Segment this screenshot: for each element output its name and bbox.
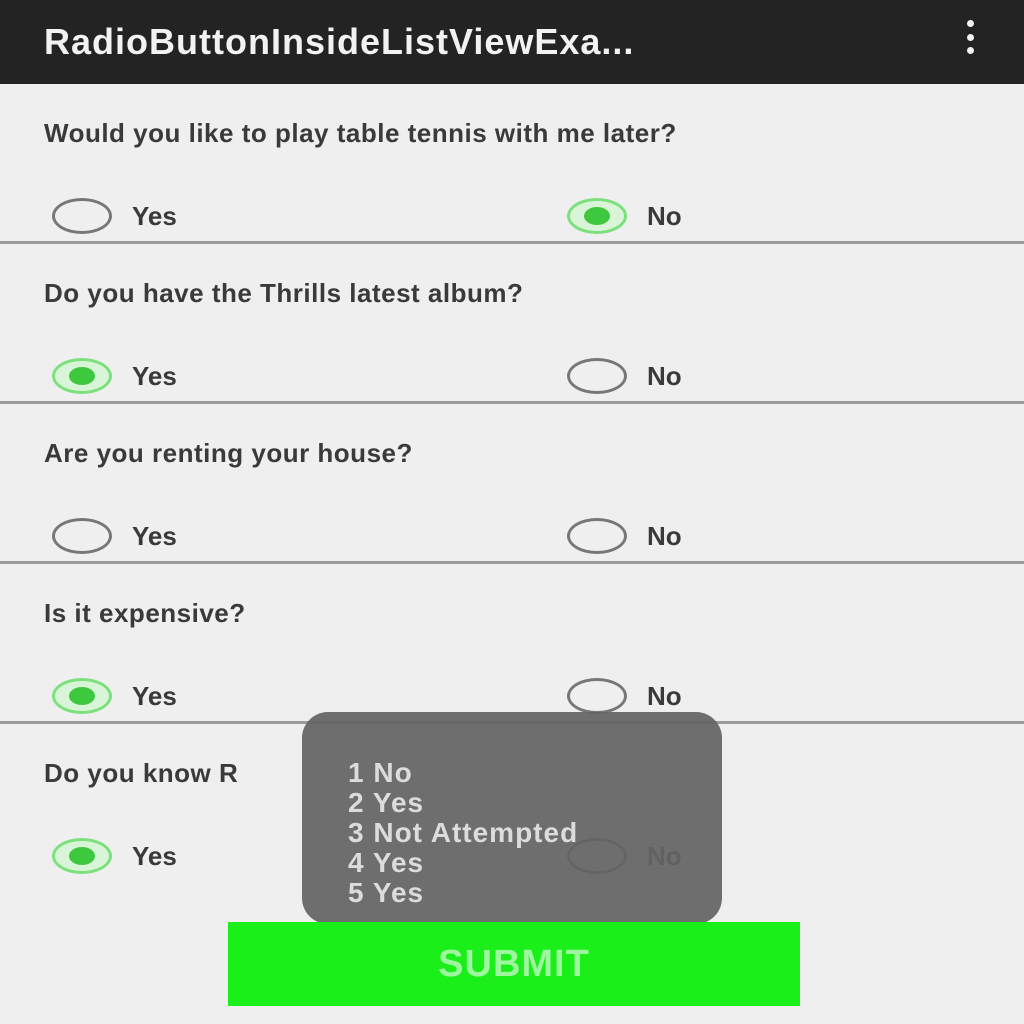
no-option[interactable]: No <box>567 678 682 714</box>
toast-line: 1 No <box>348 757 413 788</box>
yes-option[interactable]: Yes <box>52 198 177 234</box>
option-label-no: No <box>647 680 682 711</box>
option-label-yes: Yes <box>132 360 177 391</box>
option-label-yes: Yes <box>132 520 177 551</box>
radio-yes[interactable] <box>52 358 112 394</box>
yes-option[interactable]: Yes <box>52 358 177 394</box>
list-item: Is it expensive? Yes No <box>0 564 1024 724</box>
question-text: Are you renting your house? <box>44 438 413 468</box>
list-item: Would you like to play table tennis with… <box>0 84 1024 244</box>
question-text: Do you have the Thrills latest album? <box>44 278 524 308</box>
overflow-menu-icon[interactable] <box>962 20 978 54</box>
submit-button[interactable]: SUBMIT <box>228 922 800 1006</box>
option-label-no: No <box>647 520 682 551</box>
no-option[interactable]: No <box>567 198 682 234</box>
toast-line: 4 Yes <box>348 847 425 878</box>
option-label-no: No <box>647 200 682 231</box>
yes-option[interactable]: Yes <box>52 678 177 714</box>
radio-yes[interactable] <box>52 518 112 554</box>
radio-no[interactable] <box>567 358 627 394</box>
yes-option[interactable]: Yes <box>52 518 177 554</box>
list-item: Do you have the Thrills latest album? Ye… <box>0 244 1024 404</box>
radio-no[interactable] <box>567 198 627 234</box>
question-text: Do you know R <box>44 758 239 788</box>
radio-no[interactable] <box>567 518 627 554</box>
option-label-yes: Yes <box>132 680 177 711</box>
no-option[interactable]: No <box>567 518 682 554</box>
radio-no[interactable] <box>567 678 627 714</box>
results-toast: 1 No 2 Yes 3 Not Attempted 4 Yes 5 Yes <box>302 712 722 924</box>
app-bar: RadioButtonInsideListViewExa... <box>0 0 1024 84</box>
option-label-no: No <box>647 360 682 391</box>
yes-option[interactable]: Yes <box>52 838 177 874</box>
list-item: Are you renting your house? Yes No <box>0 404 1024 564</box>
radio-yes[interactable] <box>52 198 112 234</box>
toast-line: 5 Yes <box>348 877 425 908</box>
option-label-yes: Yes <box>132 200 177 231</box>
radio-yes[interactable] <box>52 838 112 874</box>
toast-line: 3 Not Attempted <box>348 817 579 848</box>
question-text: Would you like to play table tennis with… <box>44 118 677 148</box>
app-title: RadioButtonInsideListViewExa... <box>44 21 635 62</box>
option-label-yes: Yes <box>132 840 177 871</box>
toast-line: 2 Yes <box>348 787 425 818</box>
no-option[interactable]: No <box>567 358 682 394</box>
question-text: Is it expensive? <box>44 598 246 628</box>
radio-yes[interactable] <box>52 678 112 714</box>
